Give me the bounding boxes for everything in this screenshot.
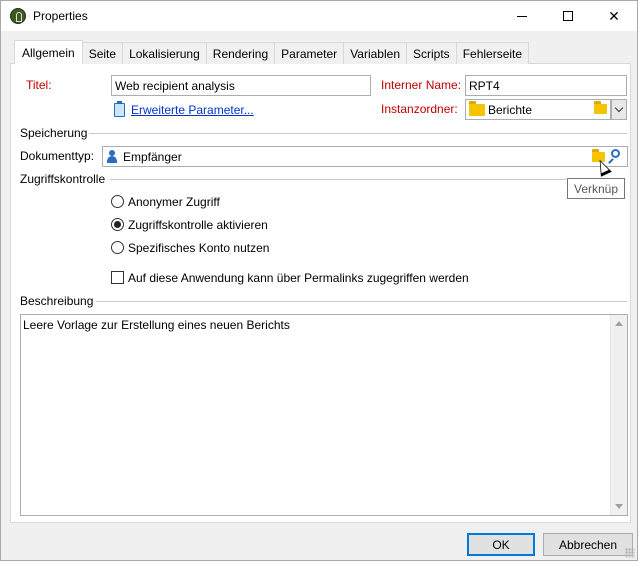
folder-icon	[469, 101, 485, 116]
tab-allgemein[interactable]: Allgemein	[14, 40, 83, 64]
app-icon	[10, 8, 26, 24]
instance-folder-label: Instanzordner:	[381, 102, 458, 116]
permalink-checkbox[interactable]	[111, 271, 124, 284]
advanced-parameters-link[interactable]: Erweiterte Parameter...	[131, 103, 254, 117]
resize-grip[interactable]	[625, 548, 635, 558]
maximize-button[interactable]	[545, 1, 591, 31]
minimize-button[interactable]	[499, 1, 545, 31]
tooltip: Verknüp	[567, 178, 626, 199]
radio-specific-account-label[interactable]: Spezifisches Konto nutzen	[128, 241, 269, 255]
chevron-down-icon	[614, 103, 624, 113]
title-field[interactable]: Web recipient analysis	[111, 75, 371, 96]
internal-name-field[interactable]: RPT4	[465, 75, 627, 96]
radio-specific-account[interactable]	[111, 241, 124, 254]
clipboard-icon	[114, 101, 125, 117]
instance-folder-field[interactable]: Berichte	[465, 99, 611, 120]
access-divider	[110, 179, 566, 180]
document-type-label: Dokumenttyp:	[20, 149, 95, 163]
storage-divider	[89, 133, 627, 134]
minimize-icon	[517, 15, 527, 17]
document-type-field[interactable]: Empfänger	[102, 146, 628, 167]
tab-variablen[interactable]: Variablen	[343, 42, 407, 64]
tab-lokalisierung[interactable]: Lokalisierung	[122, 42, 207, 64]
instance-folder-dropdown[interactable]	[611, 99, 627, 120]
properties-dialog: Properties ✕ Allgemein Seite Lokalisieru…	[0, 0, 638, 561]
tab-scripts[interactable]: Scripts	[406, 42, 457, 64]
maximize-icon	[563, 11, 573, 21]
ok-button[interactable]: OK	[467, 533, 535, 556]
document-type-value: Empfänger	[123, 149, 182, 164]
description-section-label: Beschreibung	[20, 294, 94, 308]
tab-seite[interactable]: Seite	[81, 42, 124, 64]
instance-folder-value: Berichte	[488, 102, 533, 117]
radio-anonymous[interactable]	[111, 195, 124, 208]
description-divider	[96, 301, 627, 302]
description-text: Leere Vorlage zur Erstellung eines neuen…	[23, 318, 290, 332]
close-button[interactable]: ✕	[591, 1, 637, 31]
recipient-icon	[107, 150, 117, 163]
radio-access-control[interactable]	[111, 218, 124, 231]
permalink-checkbox-label[interactable]: Auf diese Anwendung kann über Permalinks…	[128, 271, 469, 285]
folder-browse-icon[interactable]	[594, 101, 607, 114]
tab-rendering[interactable]: Rendering	[205, 42, 276, 64]
radio-anonymous-label[interactable]: Anonymer Zugriff	[128, 195, 220, 209]
close-icon: ✕	[608, 7, 620, 24]
internal-name-label: Interner Name:	[381, 78, 462, 92]
scroll-up-icon[interactable]	[615, 321, 623, 326]
window-title: Properties	[33, 9, 88, 23]
description-textarea[interactable]: Leere Vorlage zur Erstellung eines neuen…	[20, 314, 628, 516]
tab-fehlerseite[interactable]: Fehlerseite	[455, 42, 530, 64]
vertical-scrollbar[interactable]	[610, 315, 627, 515]
storage-section-label: Speicherung	[20, 126, 88, 140]
cancel-button[interactable]: Abbrechen	[543, 533, 633, 556]
search-icon[interactable]	[608, 147, 626, 166]
tab-strip: Allgemein Seite Lokalisierung Rendering …	[14, 40, 530, 64]
tab-parameter[interactable]: Parameter	[274, 42, 345, 64]
scroll-down-icon[interactable]	[615, 504, 623, 509]
title-bar[interactable]: Properties ✕	[1, 1, 637, 31]
radio-access-control-label[interactable]: Zugriffskontrolle aktivieren	[128, 218, 268, 232]
access-section-label: Zugriffskontrolle	[20, 172, 106, 186]
title-label: Titel:	[26, 78, 52, 92]
